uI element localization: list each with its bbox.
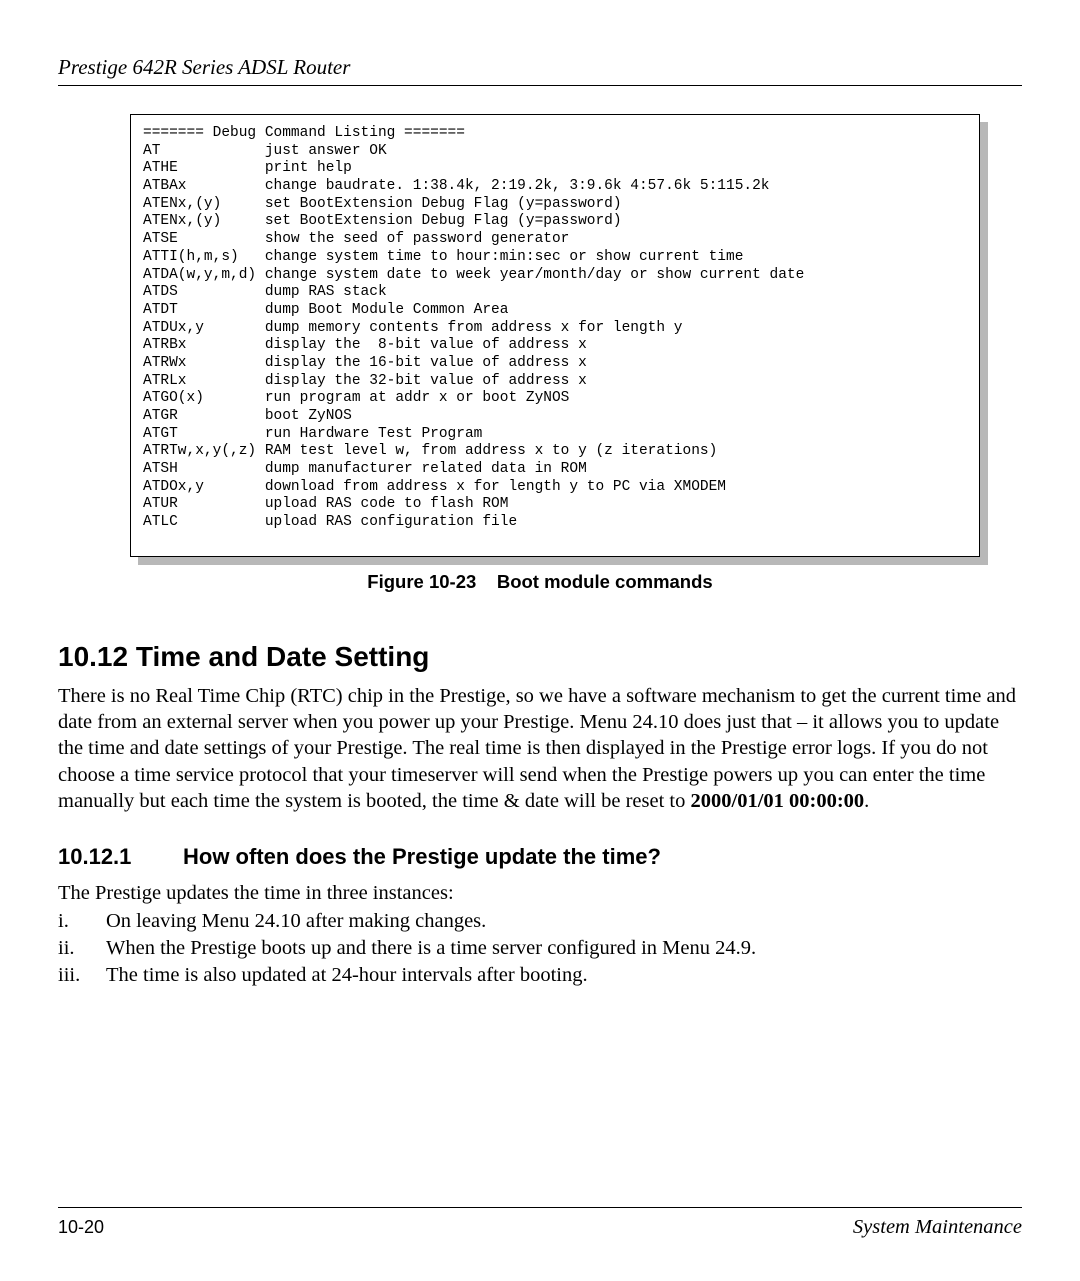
footer-section-title: System Maintenance (853, 1216, 1022, 1239)
subsection-intro: The Prestige updates the time in three i… (58, 880, 1022, 906)
list-item: i.On leaving Menu 24.10 after making cha… (58, 908, 1022, 935)
section-heading: 10.12 Time and Date Setting (58, 641, 1022, 673)
figure-title: Boot module commands (497, 571, 713, 592)
header-rule (58, 85, 1022, 86)
subsection-heading: 10.12.1How often does the Prestige updat… (58, 844, 1022, 870)
list-item: iii.The time is also updated at 24-hour … (58, 962, 1022, 989)
figure-caption: Figure 10-23 Boot module commands (58, 571, 1022, 593)
debug-command-listing: ======= Debug Command Listing ======= AT… (130, 114, 980, 557)
subsection-title: How often does the Prestige update the t… (183, 844, 661, 869)
section-number: 10.12 (58, 641, 128, 672)
section-title: Time and Date Setting (136, 641, 430, 672)
section-para-text: There is no Real Time Chip (RTC) chip in… (58, 685, 1016, 812)
footer-rule (58, 1207, 1022, 1208)
list-text: When the Prestige boots up and there is … (106, 935, 756, 962)
figure-label: Figure 10-23 (367, 571, 476, 592)
section-para-tail: . (864, 790, 869, 812)
page-header-title: Prestige 642R Series ADSL Router (58, 55, 1022, 80)
list-marker: i. (58, 908, 106, 935)
update-instances-list: i.On leaving Menu 24.10 after making cha… (58, 908, 1022, 988)
list-item: ii.When the Prestige boots up and there … (58, 935, 1022, 962)
page-footer: 10-20 System Maintenance (58, 1207, 1022, 1239)
default-datetime: 2000/01/01 00:00:00 (691, 790, 865, 812)
list-text: The time is also updated at 24-hour inte… (106, 962, 588, 989)
page-number: 10-20 (58, 1217, 104, 1238)
list-marker: iii. (58, 962, 106, 989)
list-marker: ii. (58, 935, 106, 962)
code-figure-wrapper: ======= Debug Command Listing ======= AT… (130, 114, 980, 557)
section-body: There is no Real Time Chip (RTC) chip in… (58, 683, 1022, 814)
subsection-number: 10.12.1 (58, 844, 183, 870)
list-text: On leaving Menu 24.10 after making chang… (106, 908, 486, 935)
